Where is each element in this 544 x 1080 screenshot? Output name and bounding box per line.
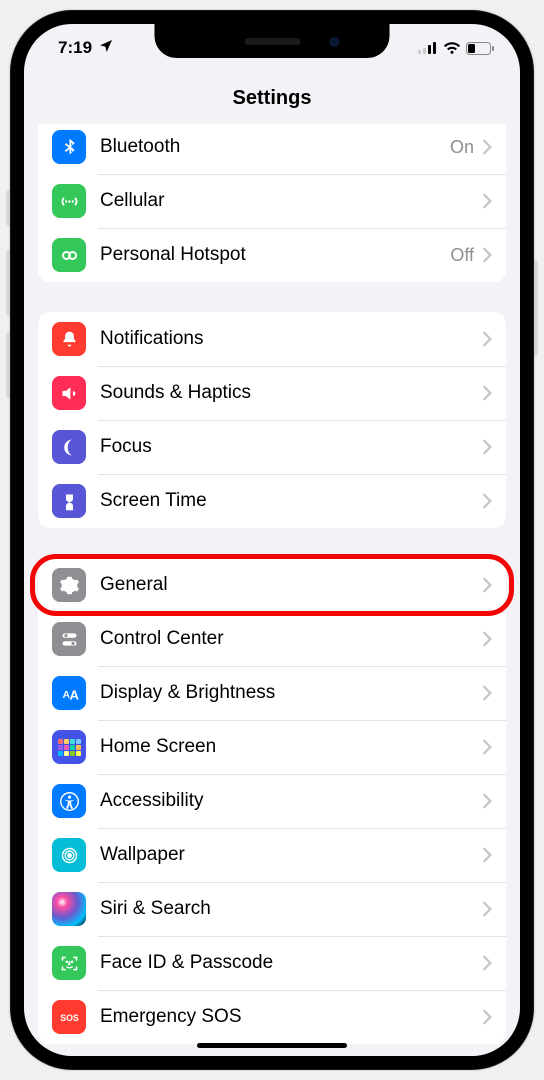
row-label: Accessibility bbox=[100, 790, 482, 812]
chevron-right-icon bbox=[482, 247, 492, 263]
chevron-right-icon bbox=[482, 1009, 492, 1025]
settings-group-connectivity: Bluetooth On Cellular Personal Hotspot bbox=[38, 124, 506, 282]
display-icon: AA bbox=[52, 676, 86, 710]
siri-icon bbox=[52, 892, 86, 926]
phone-frame: 7:19 bbox=[10, 10, 534, 1070]
row-control-center[interactable]: Control Center bbox=[38, 612, 506, 666]
focus-icon bbox=[52, 430, 86, 464]
notifications-icon bbox=[52, 322, 86, 356]
chevron-right-icon bbox=[482, 685, 492, 701]
row-notifications[interactable]: Notifications bbox=[38, 312, 506, 366]
wifi-icon bbox=[443, 41, 461, 55]
page-title: Settings bbox=[233, 87, 312, 110]
chevron-right-icon bbox=[482, 193, 492, 209]
row-display-brightness[interactable]: AA Display & Brightness bbox=[38, 666, 506, 720]
chevron-right-icon bbox=[482, 577, 492, 593]
row-label: Siri & Search bbox=[100, 898, 482, 920]
row-sounds-haptics[interactable]: Sounds & Haptics bbox=[38, 366, 506, 420]
location-icon bbox=[98, 38, 114, 59]
settings-group-notifications: Notifications Sounds & Haptics Focus bbox=[38, 312, 506, 528]
home-screen-icon bbox=[52, 730, 86, 764]
content: Bluetooth On Cellular Personal Hotspot bbox=[24, 124, 520, 1056]
svg-text:SOS: SOS bbox=[60, 1013, 79, 1023]
sounds-icon bbox=[52, 376, 86, 410]
cellular-icon bbox=[52, 184, 86, 218]
sos-icon: SOS bbox=[52, 1000, 86, 1034]
row-face-id-passcode[interactable]: Face ID & Passcode bbox=[38, 936, 506, 990]
row-label: Face ID & Passcode bbox=[100, 952, 482, 974]
control-center-icon bbox=[52, 622, 86, 656]
gear-icon bbox=[52, 568, 86, 602]
hotspot-icon bbox=[52, 238, 86, 272]
row-bluetooth[interactable]: Bluetooth On bbox=[38, 124, 506, 174]
settings-group-general: General Control Center AA Display & Brig… bbox=[38, 558, 506, 1044]
chevron-right-icon bbox=[482, 793, 492, 809]
row-label: Sounds & Haptics bbox=[100, 382, 482, 404]
home-indicator[interactable] bbox=[197, 1043, 347, 1048]
screen-time-icon bbox=[52, 484, 86, 518]
row-label: Home Screen bbox=[100, 736, 482, 758]
wallpaper-icon bbox=[52, 838, 86, 872]
row-wallpaper[interactable]: Wallpaper bbox=[38, 828, 506, 882]
chevron-right-icon bbox=[482, 847, 492, 863]
row-general[interactable]: General bbox=[38, 558, 506, 612]
row-label: Control Center bbox=[100, 628, 482, 650]
chevron-right-icon bbox=[482, 901, 492, 917]
screen: 7:19 bbox=[24, 24, 520, 1056]
chevron-right-icon bbox=[482, 385, 492, 401]
row-personal-hotspot[interactable]: Personal Hotspot Off bbox=[38, 228, 506, 282]
row-value: Off bbox=[450, 245, 474, 266]
row-label: Cellular bbox=[100, 190, 482, 212]
row-cellular[interactable]: Cellular bbox=[38, 174, 506, 228]
row-label: Screen Time bbox=[100, 490, 482, 512]
svg-text:A: A bbox=[69, 687, 79, 702]
row-accessibility[interactable]: Accessibility bbox=[38, 774, 506, 828]
face-id-icon bbox=[52, 946, 86, 980]
chevron-right-icon bbox=[482, 331, 492, 347]
status-time: 7:19 bbox=[58, 38, 92, 58]
row-label: Display & Brightness bbox=[100, 682, 482, 704]
page-header: Settings bbox=[24, 72, 520, 124]
chevron-right-icon bbox=[482, 439, 492, 455]
accessibility-icon bbox=[52, 784, 86, 818]
row-emergency-sos[interactable]: SOS Emergency SOS bbox=[38, 990, 506, 1044]
row-label: General bbox=[100, 574, 482, 596]
chevron-right-icon bbox=[482, 493, 492, 509]
row-label: Focus bbox=[100, 436, 482, 458]
chevron-right-icon bbox=[482, 139, 492, 155]
row-value: On bbox=[450, 137, 474, 158]
row-label: Bluetooth bbox=[100, 136, 450, 158]
row-label: Wallpaper bbox=[100, 844, 482, 866]
row-focus[interactable]: Focus bbox=[38, 420, 506, 474]
row-home-screen[interactable]: Home Screen bbox=[38, 720, 506, 774]
chevron-right-icon bbox=[482, 739, 492, 755]
chevron-right-icon bbox=[482, 955, 492, 971]
notch bbox=[155, 24, 390, 58]
row-label: Personal Hotspot bbox=[100, 244, 450, 266]
bluetooth-icon bbox=[52, 130, 86, 164]
cellular-signal-icon bbox=[418, 42, 438, 54]
row-label: Emergency SOS bbox=[100, 1006, 482, 1028]
row-label: Notifications bbox=[100, 328, 482, 350]
row-siri-search[interactable]: Siri & Search bbox=[38, 882, 506, 936]
battery-icon bbox=[466, 42, 494, 55]
row-screen-time[interactable]: Screen Time bbox=[38, 474, 506, 528]
chevron-right-icon bbox=[482, 631, 492, 647]
